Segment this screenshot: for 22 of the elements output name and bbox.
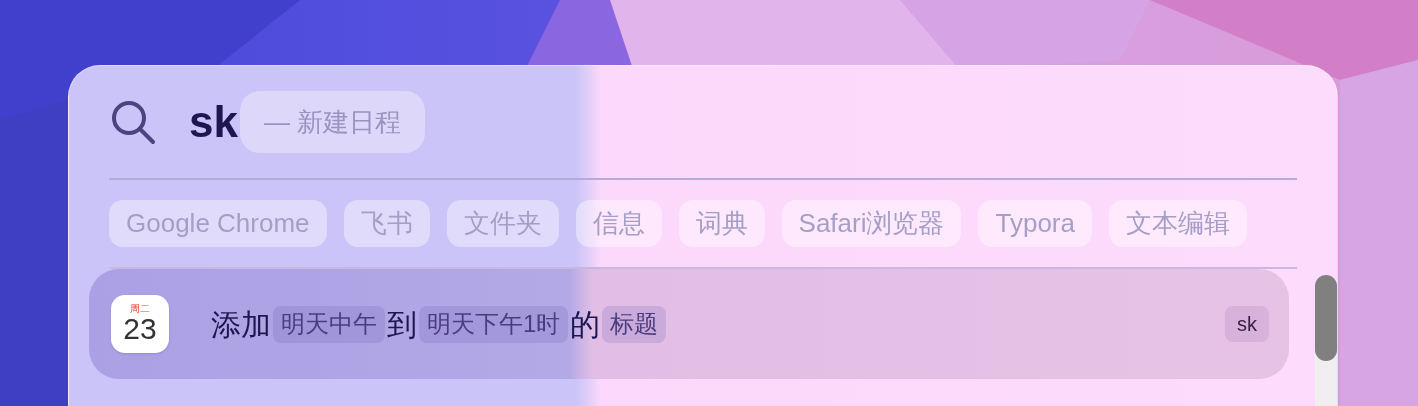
app-chip[interactable]: 文件夹 <box>446 200 559 247</box>
app-chip[interactable]: Google Chrome <box>109 200 327 247</box>
app-chip[interactable]: 词典 <box>678 200 765 247</box>
app-chip[interactable]: Typora <box>978 200 1092 247</box>
search-icon <box>109 98 157 146</box>
placeholder-token[interactable]: 明天下午1时 <box>419 305 569 343</box>
placeholder-token[interactable]: 明天中午 <box>273 305 385 343</box>
scrollbar[interactable] <box>1315 275 1337 406</box>
result-row[interactable]: 周二 23 添加 明天中午 到 明天下午1时 的 标题 sk <box>89 269 1289 379</box>
search-suggestion: — 新建日程 <box>239 91 426 153</box>
placeholder-token[interactable]: 标题 <box>602 305 667 343</box>
app-chip[interactable]: 文本编辑 <box>1108 200 1247 247</box>
calendar-date: 23 <box>123 314 157 344</box>
result-text: 到 <box>387 306 417 343</box>
calendar-weekday: 周二 <box>130 304 150 314</box>
result-text: 添加 <box>211 306 271 343</box>
shortcut-badge: sk <box>1225 306 1269 342</box>
result-text: 的 <box>570 306 601 343</box>
search-field[interactable]: sk <box>189 100 238 144</box>
app-chip[interactable]: 信息 <box>575 200 662 247</box>
app-chip[interactable]: 飞书 <box>343 200 430 247</box>
app-chip[interactable]: Safari浏览器 <box>781 200 962 247</box>
